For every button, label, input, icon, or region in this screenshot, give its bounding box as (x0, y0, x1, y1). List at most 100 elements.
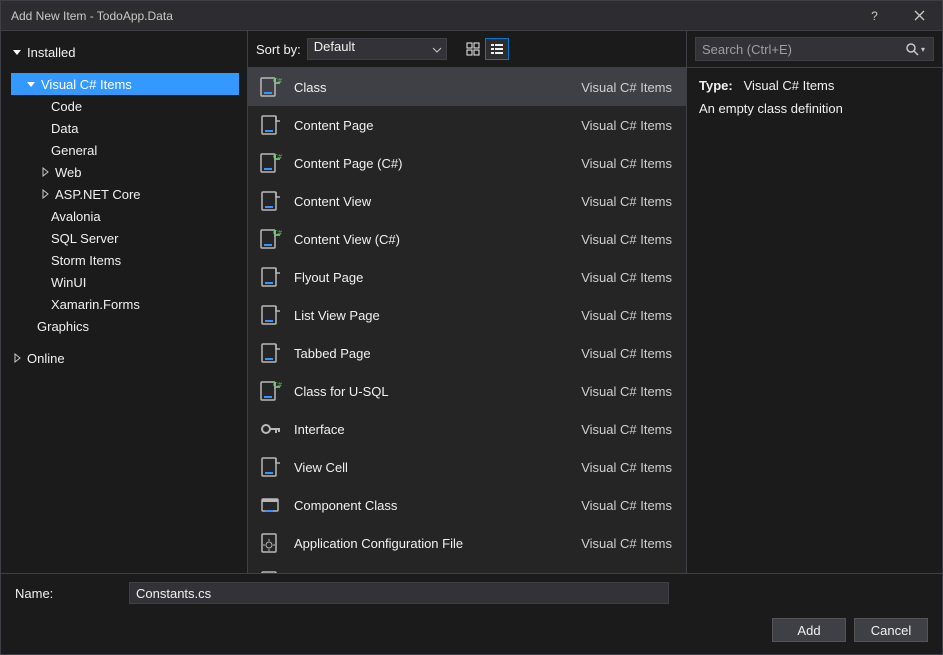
template-name: List View Page (294, 308, 569, 323)
template-row[interactable]: Flyout Page Visual C# Items (248, 258, 686, 296)
template-name: Content Page (C#) (294, 156, 569, 171)
template-name: Flyout Page (294, 270, 569, 285)
template-category: Visual C# Items (581, 498, 672, 513)
template-name: Application Configuration File (294, 536, 569, 551)
template-row[interactable]: Application Manifest File (Windows ...Vi… (248, 562, 686, 573)
tree-node-graphics[interactable]: Graphics (11, 315, 239, 337)
tree-node-winui[interactable]: WinUI (11, 271, 239, 293)
search-box: ▾ (695, 37, 934, 61)
tree-label: Code (51, 99, 82, 114)
template-category: Visual C# Items (581, 232, 672, 247)
template-icon (258, 417, 282, 441)
template-panel: Sort by: Default C#ClassVisual C# ItemsC… (247, 31, 687, 573)
template-icon (258, 113, 282, 137)
tree-node-avalonia[interactable]: Avalonia (11, 205, 239, 227)
sort-value: Default (314, 39, 355, 54)
template-row[interactable]: C# Class for U-SQL Visual C# Items (248, 372, 686, 410)
details-panel: ▾ Type: Visual C# Items An empty class d… (687, 31, 942, 573)
desc-type-label: Type: (699, 78, 733, 93)
chevron-down-icon (11, 46, 23, 58)
category-tree: Installed Visual C# Items Code Data Gene… (1, 31, 247, 573)
svg-text:C#: C# (273, 154, 282, 161)
template-name: Class for U-SQL (294, 384, 569, 399)
template-icon (258, 265, 282, 289)
template-icon: C# (258, 227, 282, 251)
search-input[interactable] (702, 42, 903, 57)
tree-node-aspnetcore[interactable]: ASP.NET Core (11, 183, 239, 205)
list-icon (490, 42, 504, 56)
main-content: Installed Visual C# Items Code Data Gene… (1, 31, 942, 573)
template-category: Visual C# Items (581, 384, 672, 399)
tree-node-data[interactable]: Data (11, 117, 239, 139)
tree-label: Storm Items (51, 253, 121, 268)
template-icon (258, 303, 282, 327)
template-category: Visual C# Items (581, 460, 672, 475)
template-row[interactable]: Tabbed PageVisual C# Items (248, 334, 686, 372)
tree-node-installed[interactable]: Installed (11, 41, 239, 63)
tree-node-storm[interactable]: Storm Items (11, 249, 239, 271)
tree-label: Online (27, 351, 65, 366)
template-icon (258, 189, 282, 213)
template-row[interactable]: Content ViewVisual C# Items (248, 182, 686, 220)
tree-node-csharp-items[interactable]: Visual C# Items (11, 73, 239, 95)
template-icon (258, 455, 282, 479)
sort-dropdown[interactable]: Default (307, 38, 447, 60)
add-button[interactable]: Add (772, 618, 846, 642)
view-list-button[interactable] (485, 38, 509, 60)
template-icon: C# (258, 151, 282, 175)
close-icon (914, 10, 925, 21)
template-row[interactable]: View CellVisual C# Items (248, 448, 686, 486)
view-large-icons-button[interactable] (461, 38, 485, 60)
tree-node-web[interactable]: Web (11, 161, 239, 183)
desc-type-value: Visual C# Items (744, 78, 835, 93)
template-category: Visual C# Items (581, 194, 672, 209)
tree-node-code[interactable]: Code (11, 95, 239, 117)
chevron-down-icon (432, 43, 442, 58)
template-name: Content Page (294, 118, 569, 133)
template-row[interactable]: C# Content Page (C#) Visual C# Items (248, 144, 686, 182)
svg-text:C#: C# (273, 78, 282, 85)
tree-label: Data (51, 121, 78, 136)
tree-label: Installed (27, 45, 75, 60)
template-category: Visual C# Items (581, 536, 672, 551)
tree-label: Xamarin.Forms (51, 297, 140, 312)
footer: Name: Add Cancel (1, 573, 942, 654)
tree-node-xamarin[interactable]: Xamarin.Forms (11, 293, 239, 315)
window-title: Add New Item - TodoApp.Data (11, 9, 173, 23)
close-button[interactable] (897, 1, 942, 31)
template-row[interactable]: Content PageVisual C# Items (248, 106, 686, 144)
template-row[interactable]: Application Configuration File Visual C# … (248, 524, 686, 562)
cancel-button[interactable]: Cancel (854, 618, 928, 642)
template-category: Visual C# Items (581, 80, 672, 95)
template-category: Visual C# Items (581, 156, 672, 171)
tree-node-online[interactable]: Online (11, 347, 239, 369)
template-name: Interface (294, 422, 569, 437)
template-row[interactable]: Component Class Visual C# Items (248, 486, 686, 524)
help-button[interactable]: ? (852, 1, 897, 31)
chevron-right-icon (39, 188, 51, 200)
chevron-right-icon (11, 352, 23, 364)
tree-node-general[interactable]: General (11, 139, 239, 161)
tree-label: Avalonia (51, 209, 101, 224)
template-name: Content View (C#) (294, 232, 569, 247)
template-row[interactable]: C# Content View (C#) Visual C# Items (248, 220, 686, 258)
template-row[interactable]: C#ClassVisual C# Items (248, 68, 686, 106)
template-category: Visual C# Items (581, 270, 672, 285)
tree-label: WinUI (51, 275, 86, 290)
svg-text:C#: C# (273, 382, 282, 389)
name-label: Name: (15, 586, 115, 601)
template-category: Visual C# Items (581, 346, 672, 361)
search-icon[interactable]: ▾ (903, 42, 927, 56)
template-icon (258, 493, 282, 517)
chevron-right-icon (39, 166, 51, 178)
template-row[interactable]: InterfaceVisual C# Items (248, 410, 686, 448)
template-row[interactable]: List View PageVisual C# Items (248, 296, 686, 334)
tree-node-sqlserver[interactable]: SQL Server (11, 227, 239, 249)
template-name: Component Class (294, 498, 569, 513)
template-icon (258, 341, 282, 365)
template-list[interactable]: C#ClassVisual C# ItemsContent PageVisual… (248, 67, 686, 573)
name-input[interactable] (129, 582, 669, 604)
template-icon: C# (258, 75, 282, 99)
grid-icon (466, 42, 480, 56)
template-toolbar: Sort by: Default (248, 31, 686, 67)
